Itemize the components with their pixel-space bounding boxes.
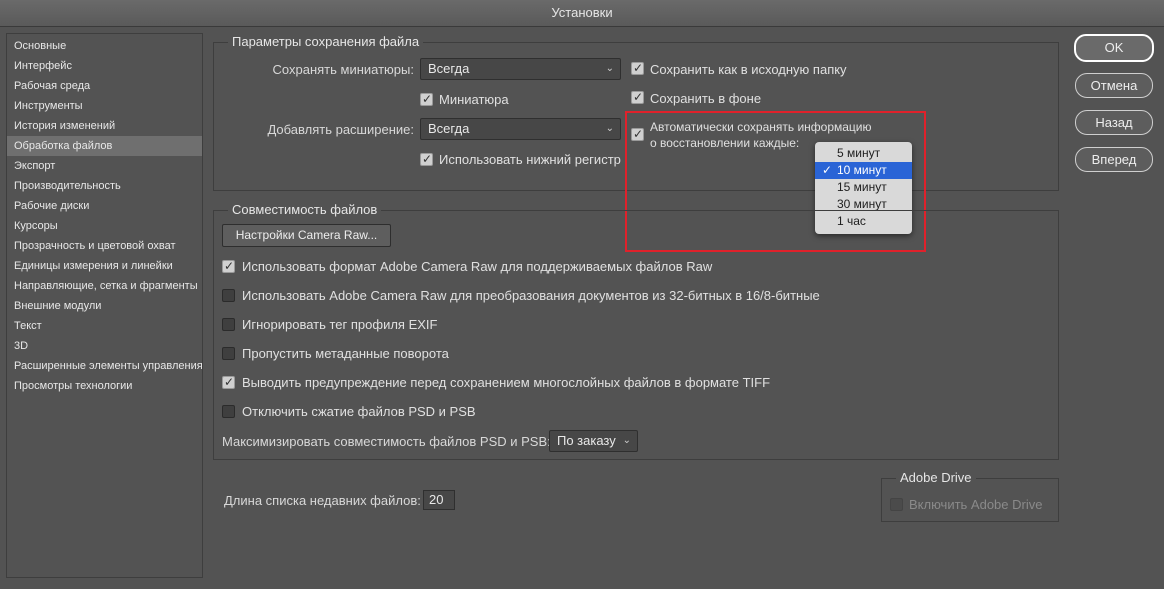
- sidebar-item-tech-previews[interactable]: Просмотры технологии: [7, 376, 202, 396]
- adobe-drive-checkbox[interactable]: [890, 498, 903, 511]
- compat-option-label: Отключить сжатие файлов PSD и PSB: [242, 404, 476, 419]
- ok-button[interactable]: OK: [1074, 34, 1154, 62]
- save-to-original-label: Сохранить как в исходную папку: [650, 62, 847, 77]
- window-title: Установки: [0, 0, 1164, 27]
- thumbnails-value: Всегда: [428, 61, 470, 76]
- save-options-title: Параметры сохранения файла: [228, 34, 424, 49]
- compat-option-label: Использовать Adobe Camera Raw для преобр…: [242, 288, 820, 303]
- lowercase-checkbox[interactable]: ✓: [420, 152, 433, 166]
- popup-item-5-min[interactable]: 5 минут: [815, 145, 912, 162]
- chevron-up-down-icon: ⌄: [605, 123, 614, 134]
- sidebar-item-tools[interactable]: Инструменты: [7, 96, 202, 116]
- thumbnails-select[interactable]: Всегда ⌄: [420, 58, 621, 80]
- back-button[interactable]: Назад: [1075, 110, 1153, 135]
- chevron-up-down-icon: ⌄: [605, 63, 614, 74]
- popup-item-10-min[interactable]: ✓ 10 минут: [815, 162, 912, 179]
- compat-title: Совместимость файлов: [228, 202, 382, 217]
- compat-option-label: Использовать формат Adobe Camera Raw для…: [242, 259, 713, 274]
- sidebar: Основные Интерфейс Рабочая среда Инструм…: [6, 33, 203, 578]
- recent-files-label: Длина списка недавних файлов:: [224, 493, 421, 508]
- save-background-checkbox[interactable]: ✓: [631, 90, 644, 104]
- sidebar-item-general[interactable]: Основные: [7, 36, 202, 56]
- sidebar-item-type[interactable]: Текст: [7, 316, 202, 336]
- save-to-original-checkbox[interactable]: ✓: [631, 61, 644, 75]
- compat-option-label: Пропустить метаданные поворота: [242, 346, 449, 361]
- compat-option-checkbox[interactable]: ✓: [222, 375, 235, 389]
- chevron-up-down-icon: ⌄: [622, 435, 631, 446]
- sidebar-item-workspace[interactable]: Рабочая среда: [7, 76, 202, 96]
- sidebar-item-file-handling[interactable]: Обработка файлов: [7, 136, 202, 156]
- sidebar-item-performance[interactable]: Производительность: [7, 176, 202, 196]
- extension-value: Всегда: [428, 121, 470, 136]
- next-button[interactable]: Вперед: [1075, 147, 1153, 172]
- save-background-label: Сохранить в фоне: [650, 91, 762, 106]
- compat-group: [213, 210, 1059, 460]
- sidebar-item-guides[interactable]: Направляющие, сетка и фрагменты: [7, 276, 202, 296]
- checkmark-icon: ✓: [822, 163, 833, 177]
- lowercase-label: Использовать нижний регистр: [439, 152, 621, 167]
- recent-files-input[interactable]: 20: [423, 490, 455, 510]
- compat-option-label: Выводить предупреждение перед сохранение…: [242, 375, 771, 390]
- sidebar-item-history[interactable]: История изменений: [7, 116, 202, 136]
- compat-option-checkbox[interactable]: [222, 405, 235, 418]
- compat-option-label: Игнорировать тег профиля EXIF: [242, 317, 438, 332]
- cancel-button[interactable]: Отмена: [1075, 73, 1153, 98]
- compat-option-checkbox[interactable]: [222, 347, 235, 360]
- maximize-compat-value: По заказу: [557, 433, 616, 448]
- adobe-drive-title: Adobe Drive: [896, 470, 976, 485]
- sidebar-item-units[interactable]: Единицы измерения и линейки: [7, 256, 202, 276]
- extension-select[interactable]: Всегда ⌄: [420, 118, 621, 140]
- sidebar-item-plugins[interactable]: Внешние модули: [7, 296, 202, 316]
- maximize-compat-label: Максимизировать совместимость файлов PSD…: [222, 434, 551, 449]
- thumbnails-label: Сохранять миниатюры:: [272, 62, 414, 77]
- adobe-drive-label: Включить Adobe Drive: [909, 497, 1043, 512]
- sidebar-item-cursors[interactable]: Курсоры: [7, 216, 202, 236]
- camera-raw-settings-button[interactable]: Настройки Camera Raw...: [222, 224, 391, 247]
- sidebar-item-interface[interactable]: Интерфейс: [7, 56, 202, 76]
- maximize-compat-select[interactable]: По заказу ⌄: [549, 430, 638, 452]
- extension-label: Добавлять расширение:: [267, 122, 414, 137]
- compat-option-checkbox[interactable]: [222, 289, 235, 302]
- sidebar-item-enhanced-controls[interactable]: Расширенные элементы управления: [7, 356, 203, 376]
- thumbnail-checkbox[interactable]: ✓: [420, 92, 433, 106]
- sidebar-item-export[interactable]: Экспорт: [7, 156, 202, 176]
- thumbnail-label: Миниатюра: [439, 92, 509, 107]
- sidebar-item-3d[interactable]: 3D: [7, 336, 202, 356]
- compat-option-checkbox[interactable]: ✓: [222, 259, 235, 273]
- sidebar-item-scratch-disks[interactable]: Рабочие диски: [7, 196, 202, 216]
- compat-option-checkbox[interactable]: [222, 318, 235, 331]
- popup-item-15-min[interactable]: 15 минут: [815, 179, 912, 196]
- sidebar-item-transparency[interactable]: Прозрачность и цветовой охват: [7, 236, 202, 256]
